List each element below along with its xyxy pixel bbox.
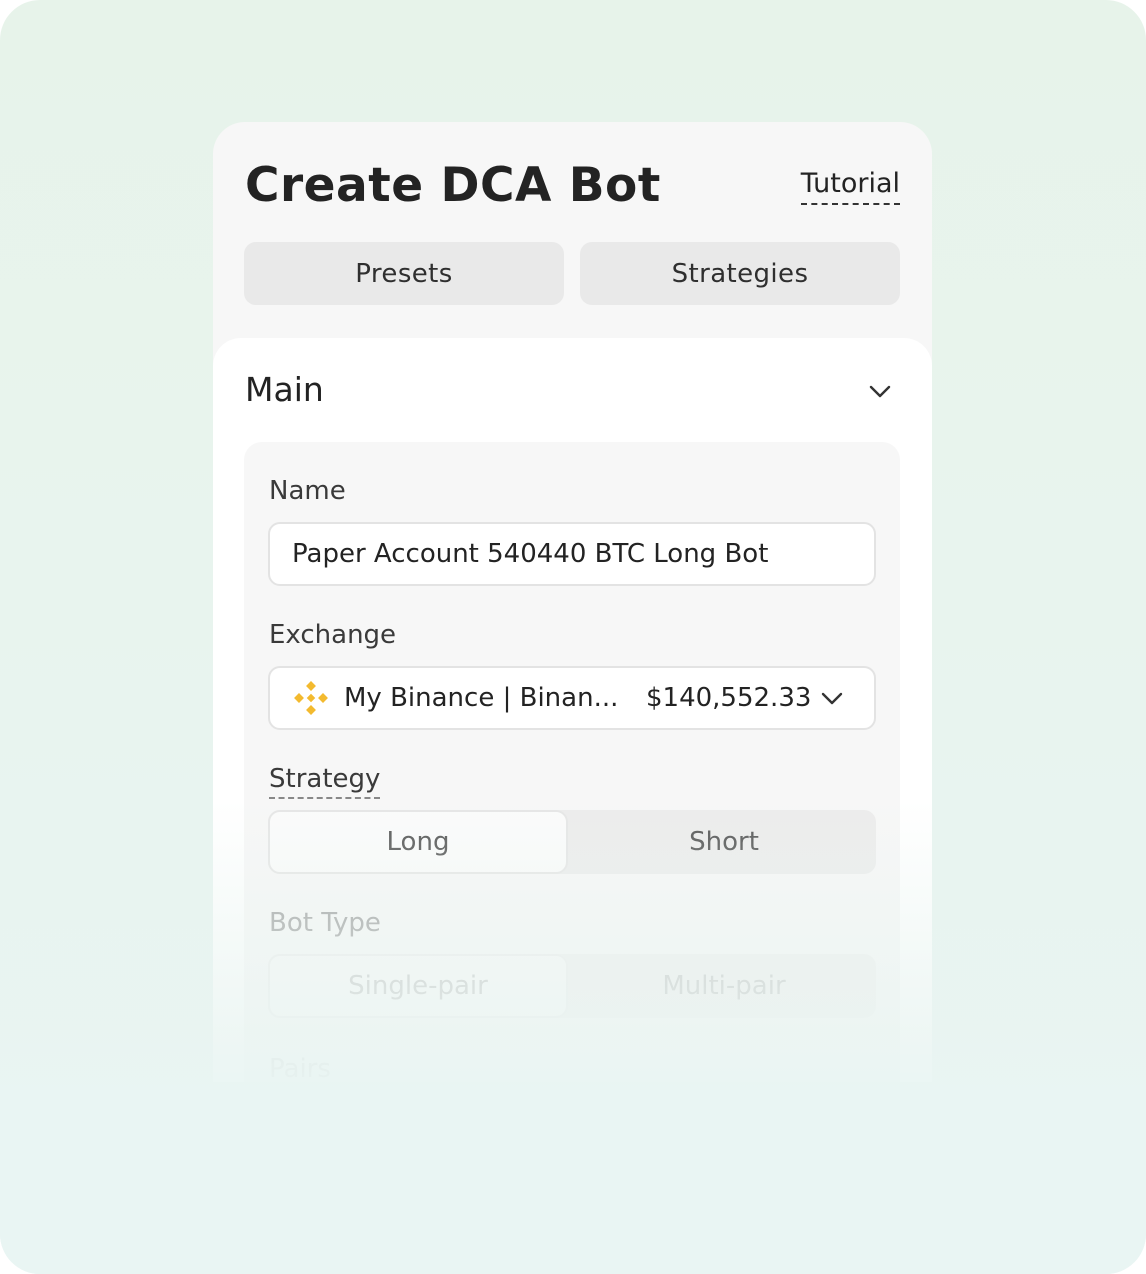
section-title-main: Main xyxy=(245,370,324,409)
strategy-option-short[interactable]: Short xyxy=(572,810,876,874)
bot-type-option-single-pair[interactable]: Single-pair xyxy=(268,954,568,1018)
binance-icon xyxy=(294,681,328,715)
strategy-toggle: Long Short xyxy=(268,810,876,874)
exchange-select[interactable]: My Binance | Binan... $140,552.33 xyxy=(268,666,876,730)
bot-type-toggle: Single-pair Multi-pair xyxy=(268,954,876,1018)
exchange-name: My Binance | Binan... xyxy=(344,683,619,713)
name-input[interactable]: Paper Account 540440 BTC Long Bot xyxy=(268,522,876,586)
exchange-balance: $140,552.33 xyxy=(646,683,812,713)
bot-type-option-multi-pair[interactable]: Multi-pair xyxy=(572,954,876,1018)
name-label: Name xyxy=(269,476,346,506)
strategies-button[interactable]: Strategies xyxy=(580,242,900,305)
strategy-label: Strategy xyxy=(269,764,381,799)
pairs-label: Pairs xyxy=(269,1054,331,1082)
chevron-down-icon[interactable] xyxy=(866,378,894,406)
main-section: Main Name Paper Account 540440 BTC Long … xyxy=(213,338,932,1082)
name-input-value: Paper Account 540440 BTC Long Bot xyxy=(292,539,769,569)
background-canvas: Create DCA Bot Tutorial Presets Strategi… xyxy=(0,0,1146,1274)
strategy-option-long[interactable]: Long xyxy=(268,810,568,874)
exchange-label: Exchange xyxy=(269,620,397,650)
chevron-down-icon xyxy=(821,692,843,705)
create-dca-bot-panel: Create DCA Bot Tutorial Presets Strategi… xyxy=(213,122,932,1082)
bot-type-label: Bot Type xyxy=(269,908,381,938)
tutorial-link[interactable]: Tutorial xyxy=(800,168,900,205)
presets-button[interactable]: Presets xyxy=(244,242,564,305)
main-form: Name Paper Account 540440 BTC Long Bot E… xyxy=(244,442,900,1082)
page-title: Create DCA Bot xyxy=(245,158,661,213)
